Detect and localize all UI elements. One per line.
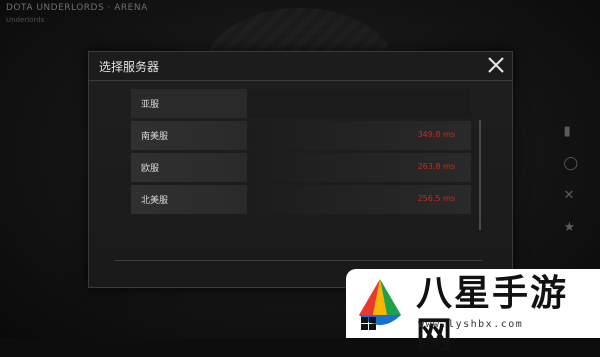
watermark-name: 八星手游网 bbox=[416, 273, 569, 356]
star-icon[interactable]: ★ bbox=[563, 221, 578, 235]
watermark: 八星手游网 www.lyshbx.com bbox=[346, 269, 600, 356]
swords-icon[interactable]: ✕ bbox=[563, 189, 578, 203]
dialog-divider bbox=[115, 260, 482, 261]
close-icon bbox=[488, 57, 504, 73]
server-row-north-america[interactable]: 北美服 256.5 ms bbox=[131, 185, 471, 214]
background-title: DOTA UNDERLORDS · ARENA bbox=[6, 3, 148, 13]
server-name: 欧服 bbox=[141, 164, 160, 174]
background-subtitle: Underlords bbox=[6, 16, 45, 24]
server-ping: 349.8 ms bbox=[417, 130, 455, 139]
watermark-url: www.lyshbx.com bbox=[418, 319, 524, 330]
server-name: 北美服 bbox=[141, 196, 169, 206]
server-row-europe[interactable]: 欧服 263.8 ms bbox=[131, 153, 471, 182]
server-ping: 263.8 ms bbox=[417, 162, 455, 171]
side-icon-bar: ▮ ◯ ✕ ★ bbox=[563, 125, 578, 235]
site-logo-icon bbox=[359, 279, 401, 330]
dialog-title: 选择服务器 bbox=[99, 60, 160, 74]
scrollbar[interactable] bbox=[479, 120, 481, 230]
chat-icon[interactable]: ◯ bbox=[563, 157, 578, 171]
close-button[interactable] bbox=[486, 55, 506, 75]
select-server-dialog: 选择服务器 亚服 南美服 349.8 ms 欧服 263.8 ms 北美服 25… bbox=[88, 51, 513, 288]
server-row-south-america[interactable]: 南美服 349.8 ms bbox=[131, 121, 471, 150]
server-name: 亚服 bbox=[141, 100, 160, 110]
dialog-header: 选择服务器 bbox=[89, 52, 512, 81]
server-list: 亚服 南美服 349.8 ms 欧服 263.8 ms 北美服 256.5 ms bbox=[131, 89, 471, 217]
server-ping: 256.5 ms bbox=[417, 194, 455, 203]
server-row-asia[interactable]: 亚服 bbox=[131, 89, 471, 118]
server-name: 南美服 bbox=[141, 132, 169, 142]
book-icon[interactable]: ▮ bbox=[563, 125, 578, 139]
